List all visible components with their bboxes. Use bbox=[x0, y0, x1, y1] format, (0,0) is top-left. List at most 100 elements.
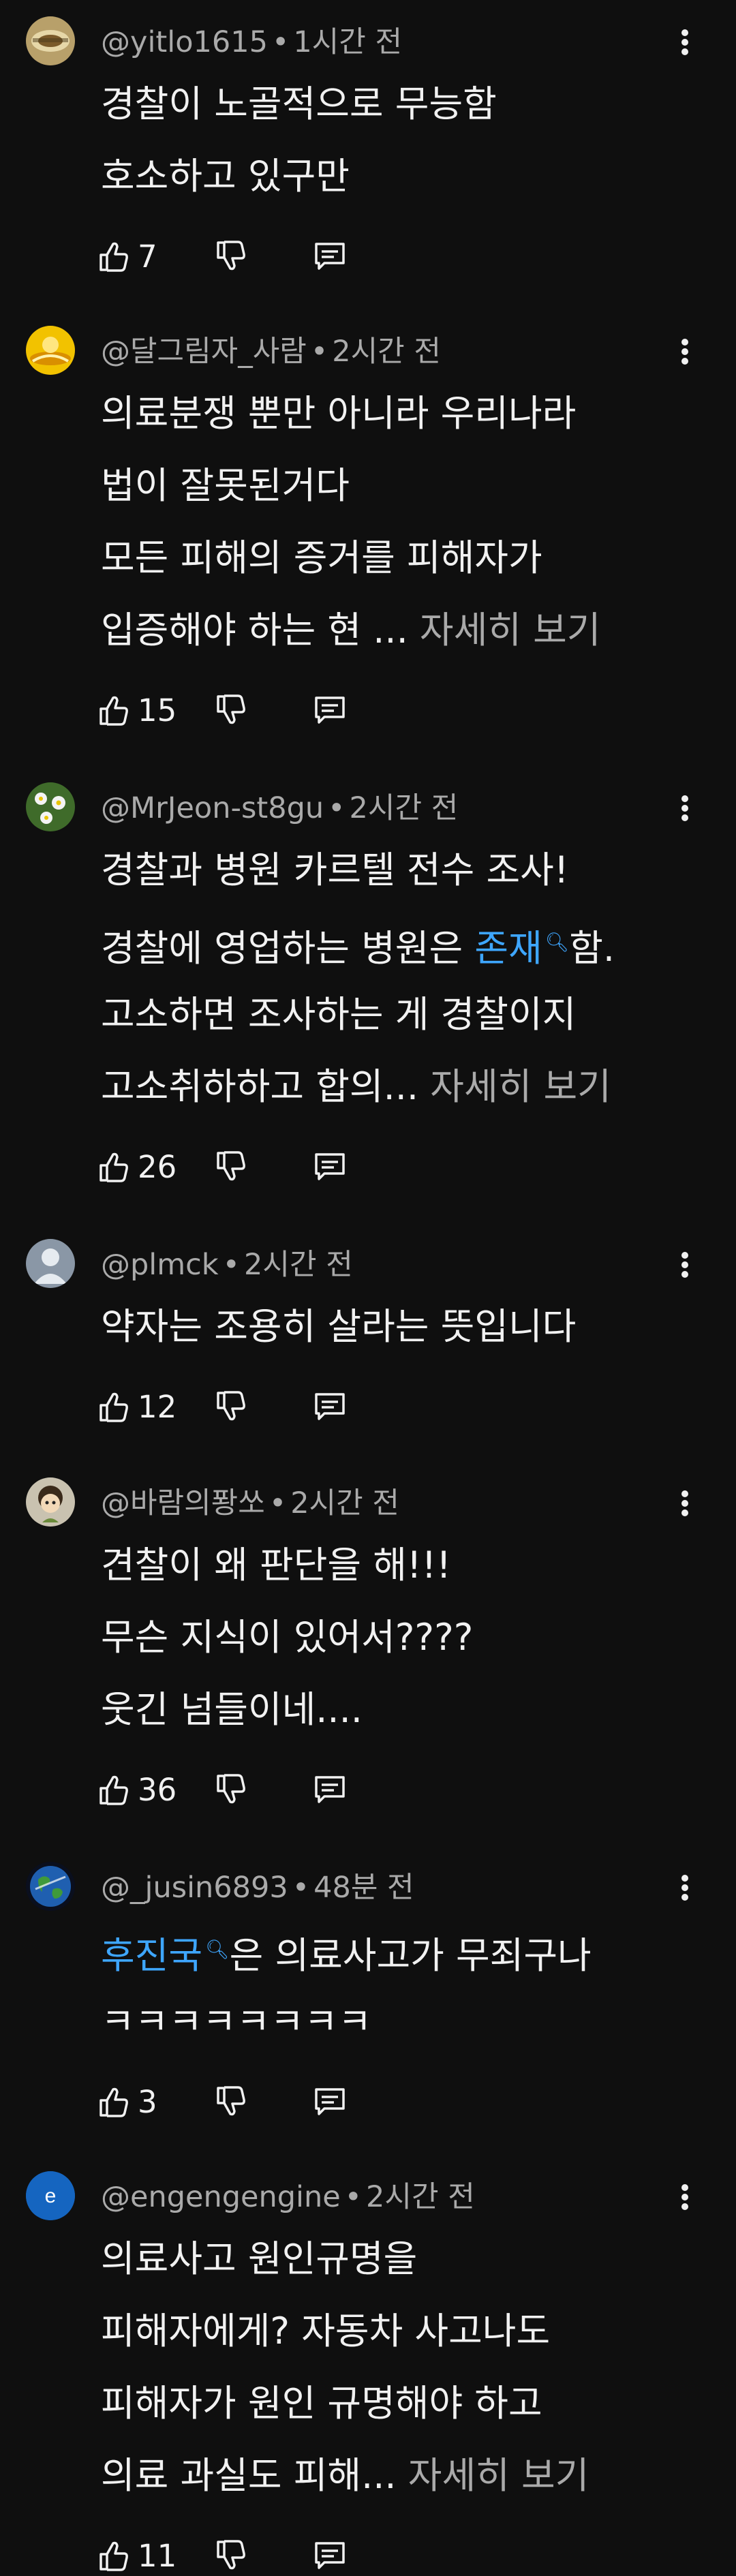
reply-button[interactable] bbox=[312, 1146, 348, 1187]
avatar-image bbox=[26, 1477, 75, 1527]
comment-time: 2시간 전 bbox=[349, 791, 459, 825]
reply-icon bbox=[312, 1149, 348, 1184]
reply-icon bbox=[312, 2538, 348, 2573]
more-options-icon[interactable] bbox=[675, 2177, 695, 2218]
avatar[interactable] bbox=[26, 1477, 75, 1527]
reply-button[interactable] bbox=[312, 236, 348, 277]
more-options-icon[interactable] bbox=[675, 1867, 695, 1908]
read-more-link[interactable]: 자세히 보기 bbox=[408, 2454, 589, 2497]
search-link[interactable]: 후진국 bbox=[101, 1934, 202, 1977]
like-button[interactable]: 26 bbox=[95, 1146, 177, 1187]
comment-text-line: 후진국 🔍︎은 의료사고가 무죄구나 bbox=[101, 1914, 592, 1986]
comment-text-truncated: 의료 과실도 피해... bbox=[101, 2454, 397, 2497]
author-name[interactable]: @달그림자_사람 bbox=[101, 335, 307, 369]
comment-text-line: 모든 피해의 증거를 피해자가 bbox=[101, 536, 542, 579]
comment-meta: @MrJeon-st8gu • 2시간 전 bbox=[101, 788, 458, 829]
search-link[interactable]: 존재 bbox=[474, 927, 542, 970]
reply-button[interactable] bbox=[312, 1386, 348, 1427]
meta-separator: • bbox=[310, 335, 328, 369]
meta-separator: • bbox=[222, 1248, 241, 1282]
avatar[interactable] bbox=[26, 1239, 75, 1288]
more-options-icon[interactable] bbox=[675, 1244, 695, 1285]
comment-actions: 26 bbox=[95, 1146, 368, 1187]
comment-text-truncated: 고소취하하고 합의... bbox=[101, 1065, 419, 1108]
thumbs-down-icon bbox=[213, 2538, 248, 2573]
comment-meta: @바람의퐝쏘 • 2시간 전 bbox=[101, 1483, 399, 1524]
like-button[interactable]: 15 bbox=[95, 690, 177, 731]
dislike-button[interactable] bbox=[213, 1386, 248, 1427]
thumbs-up-icon bbox=[95, 1772, 131, 1807]
dislike-button[interactable] bbox=[213, 2081, 248, 2122]
comment-meta: @engengengine • 2시간 전 bbox=[101, 2177, 475, 2218]
like-button[interactable]: 3 bbox=[95, 2081, 157, 2122]
more-options-icon[interactable] bbox=[675, 22, 695, 63]
dislike-button[interactable] bbox=[213, 236, 248, 277]
comment-actions: 11 bbox=[95, 2535, 368, 2576]
avatar[interactable] bbox=[26, 326, 75, 375]
meta-separator: • bbox=[292, 1871, 310, 1905]
reply-button[interactable] bbox=[312, 2535, 348, 2576]
avatar[interactable] bbox=[26, 16, 75, 65]
comment-meta: @_jusin6893 • 48분 전 bbox=[101, 1867, 414, 1908]
comment-text-line: 경찰과 병원 카르텔 전수 조사! bbox=[101, 848, 569, 891]
comment-meta: @yitlo1615 • 1시간 전 bbox=[101, 22, 402, 63]
comment-meta: @달그림자_사람 • 2시간 전 bbox=[101, 331, 441, 372]
dislike-button[interactable] bbox=[213, 2535, 248, 2576]
comment-text-truncated: 입증해야 하는 현 ... bbox=[101, 609, 408, 651]
meta-separator: • bbox=[328, 791, 346, 825]
author-name[interactable]: @MrJeon-st8gu bbox=[101, 791, 324, 825]
like-button[interactable]: 7 bbox=[95, 236, 157, 277]
more-options-icon[interactable] bbox=[675, 331, 695, 372]
avatar[interactable]: e bbox=[26, 2171, 75, 2220]
avatar-image bbox=[26, 16, 75, 65]
meta-separator: • bbox=[269, 1486, 287, 1520]
thumbs-down-icon bbox=[213, 239, 248, 274]
reply-icon bbox=[312, 2084, 348, 2119]
comment-actions: 36 bbox=[95, 1769, 368, 1810]
dislike-button[interactable] bbox=[213, 1146, 248, 1187]
reply-icon bbox=[312, 1772, 348, 1807]
avatar[interactable] bbox=[26, 1862, 75, 1911]
reply-button[interactable] bbox=[312, 2081, 348, 2122]
search-link-icon[interactable]: 🔍︎ bbox=[545, 931, 570, 953]
avatar-image bbox=[26, 782, 75, 831]
like-button[interactable]: 11 bbox=[95, 2535, 177, 2576]
like-count: 36 bbox=[138, 1771, 177, 1808]
like-count: 3 bbox=[138, 2083, 157, 2120]
comment-text: 함. bbox=[569, 927, 615, 970]
comment-text-line: ㅋㅋㅋㅋㅋㅋㅋㅋ bbox=[101, 2000, 372, 2043]
like-count: 12 bbox=[138, 1388, 177, 1425]
avatar-image bbox=[26, 326, 75, 375]
dislike-button[interactable] bbox=[213, 690, 248, 731]
search-link-icon[interactable]: 🔍︎ bbox=[205, 1938, 230, 1961]
comment-actions: 3 bbox=[95, 2081, 368, 2122]
author-name[interactable]: @_jusin6893 bbox=[101, 1871, 288, 1905]
more-options-icon[interactable] bbox=[675, 788, 695, 829]
dislike-button[interactable] bbox=[213, 1769, 248, 1810]
like-count: 11 bbox=[138, 2537, 177, 2574]
letter-avatar-icon: e bbox=[26, 2171, 75, 2220]
reply-button[interactable] bbox=[312, 690, 348, 731]
author-name[interactable]: @plmck bbox=[101, 1248, 219, 1282]
author-name[interactable]: @engengengine bbox=[101, 2180, 341, 2214]
author-name[interactable]: @yitlo1615 bbox=[101, 25, 268, 59]
more-options-icon[interactable] bbox=[675, 1483, 695, 1524]
comment-time: 2시간 전 bbox=[332, 335, 441, 369]
reply-button[interactable] bbox=[312, 1769, 348, 1810]
read-more-link[interactable]: 자세히 보기 bbox=[430, 1065, 611, 1108]
like-button[interactable]: 36 bbox=[95, 1769, 177, 1810]
thumbs-up-icon bbox=[95, 692, 131, 728]
avatar[interactable] bbox=[26, 782, 75, 831]
comment-text-line: 고소취하하고 합의... 자세히 보기 bbox=[101, 1051, 611, 1123]
like-count: 15 bbox=[138, 692, 177, 729]
meta-separator: • bbox=[344, 2180, 363, 2214]
default-person-icon bbox=[26, 1239, 75, 1288]
comment-text-line: 경찰에 영업하는 병원은 존재 🔍︎함. bbox=[101, 906, 615, 979]
read-more-link[interactable]: 자세히 보기 bbox=[420, 609, 601, 651]
comment-actions: 12 bbox=[95, 1386, 368, 1427]
thumbs-down-icon bbox=[213, 1149, 248, 1184]
avatar-letter: e bbox=[45, 2185, 57, 2207]
comment-text: 은 의료사고가 무죄구나 bbox=[229, 1934, 592, 1977]
author-name[interactable]: @바람의퐝쏘 bbox=[101, 1486, 265, 1520]
like-button[interactable]: 12 bbox=[95, 1386, 177, 1427]
